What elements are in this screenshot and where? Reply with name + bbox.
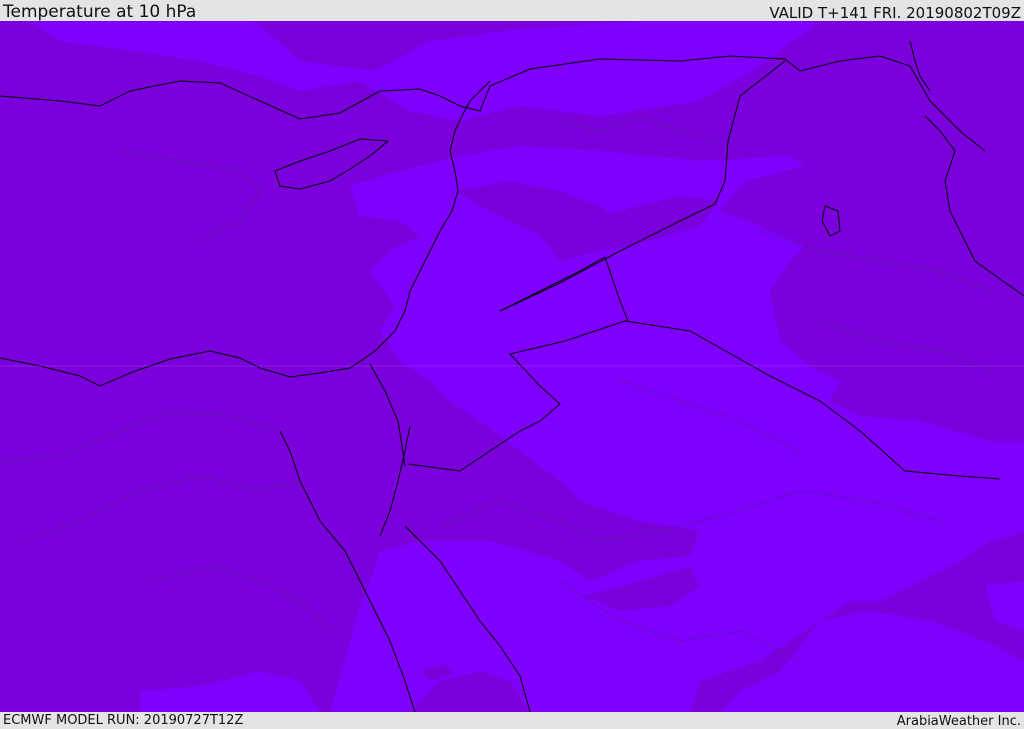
map-title: Temperature at 10 hPa: [3, 2, 197, 22]
map-viewer: Temperature at 10 hPa VALID T+141 FRI. 2…: [0, 0, 1024, 729]
title-bar: Temperature at 10 hPa VALID T+141 FRI. 2…: [0, 0, 1024, 21]
valid-time: VALID T+141 FRI. 20190802T09Z: [769, 4, 1021, 22]
credit-label: ArabiaWeather Inc.: [896, 714, 1021, 729]
temperature-map[interactable]: [0, 21, 1024, 712]
model-run: ECMWF MODEL RUN: 20190727T12Z: [3, 713, 244, 728]
footer-bar: ECMWF MODEL RUN: 20190727T12Z ArabiaWeat…: [0, 712, 1024, 729]
